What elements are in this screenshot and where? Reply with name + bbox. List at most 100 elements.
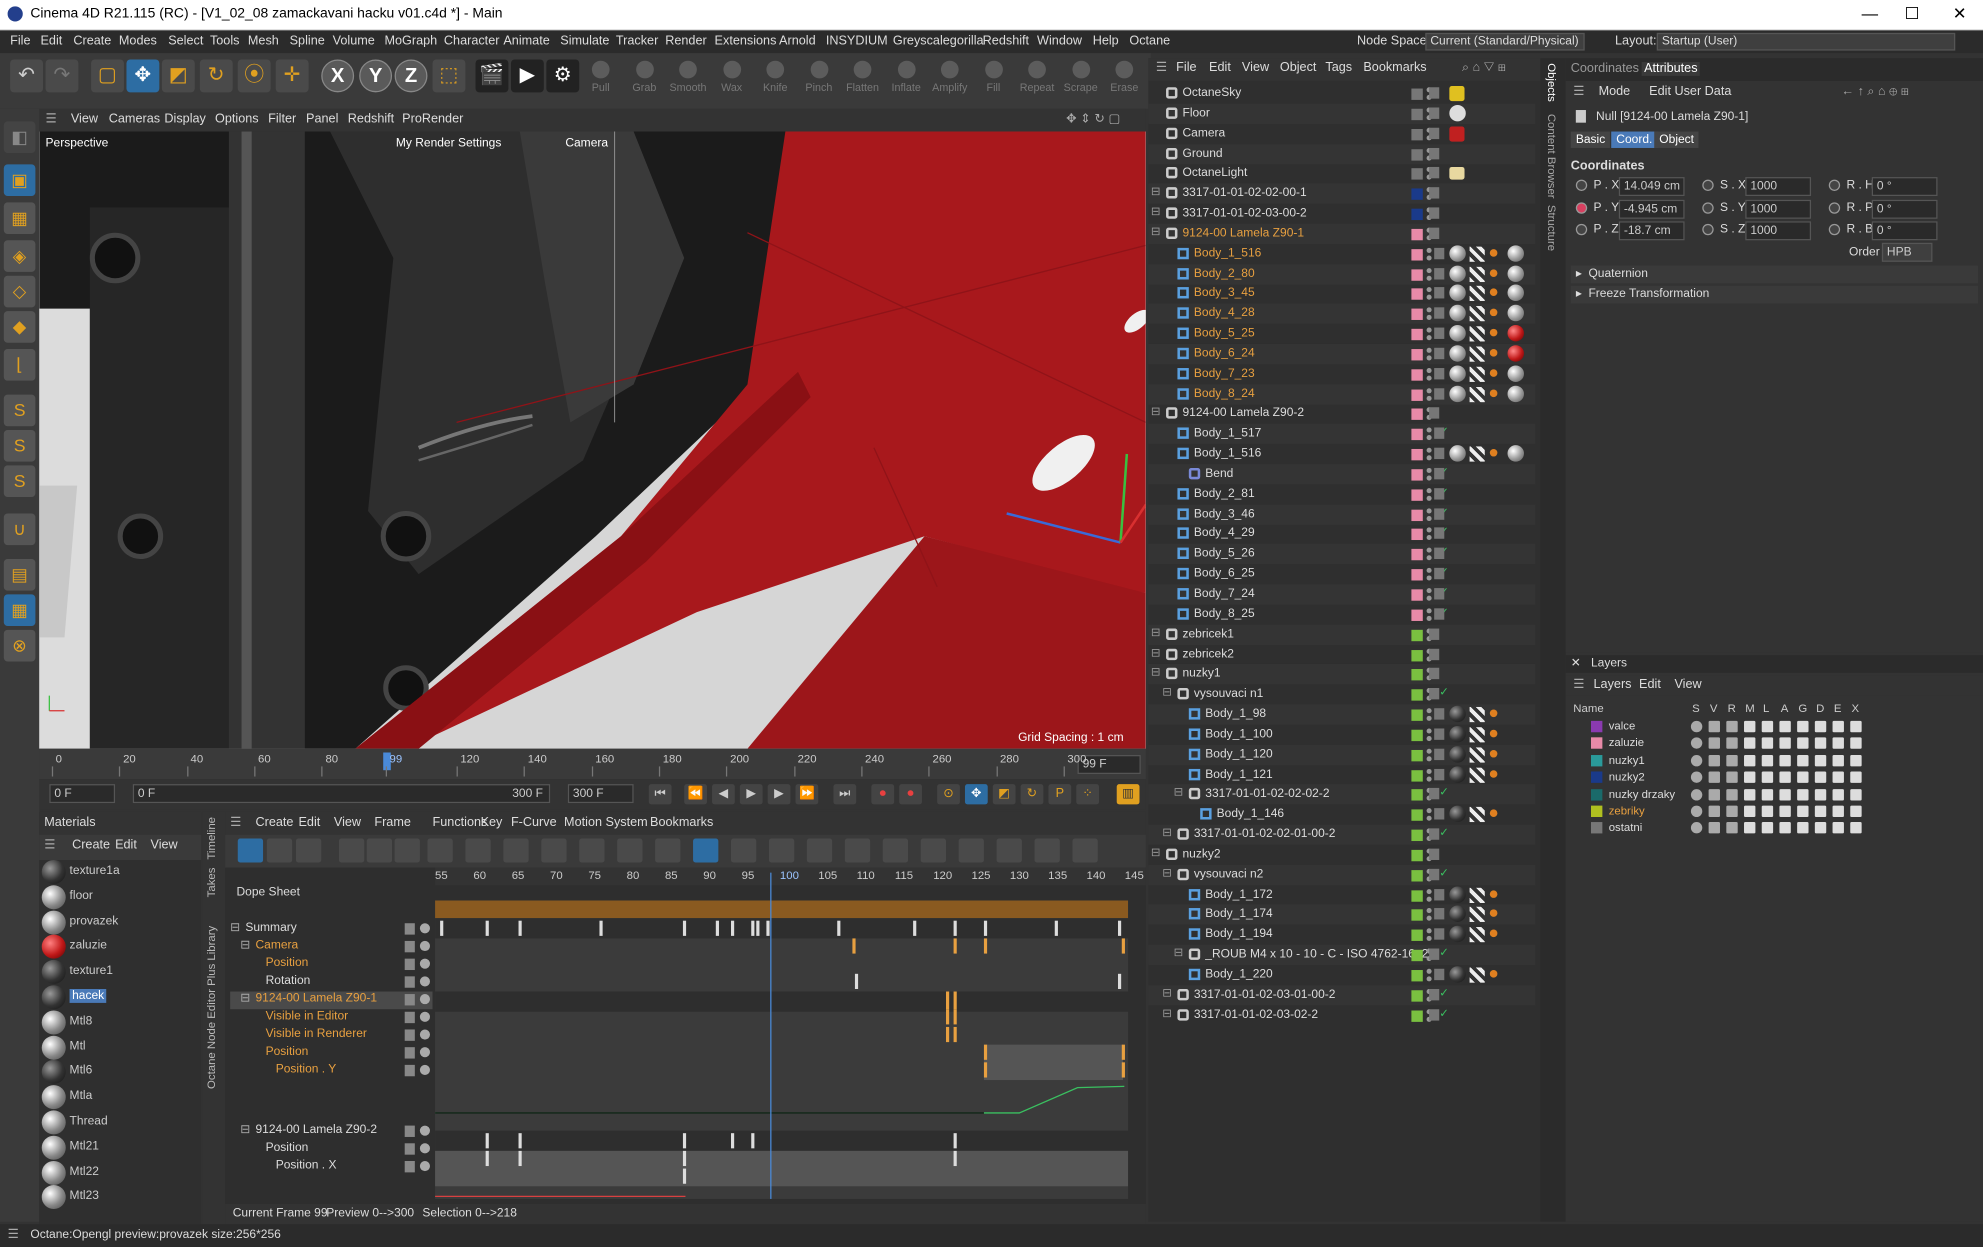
enabled-check-icon[interactable]: ✓ [1439, 786, 1449, 800]
layer-toggle-icon[interactable] [1434, 728, 1445, 740]
layer-row-nuzky1[interactable]: nuzky1 [1566, 752, 1983, 768]
keyframe[interactable] [852, 938, 856, 954]
dope-tool-icon[interactable] [503, 838, 529, 863]
track-visible-in-renderer[interactable]: Visible in Renderer [230, 1027, 432, 1045]
keyframe[interactable] [953, 991, 957, 1010]
key-rotation-icon[interactable]: ↻ [1020, 784, 1044, 805]
material-tag-icon[interactable] [1449, 365, 1466, 382]
layer-toggle-icon[interactable] [1434, 968, 1445, 981]
layer-color-swatch[interactable] [1411, 509, 1423, 521]
render-to-picture-viewer-icon[interactable]: ▶ [510, 59, 544, 93]
next-key-icon[interactable]: ⏩ [795, 784, 819, 805]
menu-tools[interactable]: Tools [210, 34, 240, 48]
coord-field-rp[interactable]: 0 ° [1871, 199, 1938, 219]
layer-xrefs-icon[interactable] [1850, 754, 1862, 767]
enabled-check-icon[interactable]: ✓ [1439, 826, 1449, 840]
texture-tag-icon[interactable] [1469, 807, 1485, 823]
layer-generators-icon[interactable] [1797, 771, 1809, 784]
layer-color-swatch[interactable] [1411, 348, 1423, 361]
track-position-y[interactable]: Position . Y [230, 1062, 432, 1080]
track-expand-icon[interactable]: ⊟ [240, 1123, 250, 1137]
timeline-ruler[interactable]: 99 F 0 20 40 60 80 99 120 140 160 180 200 220 240 260… [39, 748, 1146, 780]
dope-menu-frame[interactable]: Frame [374, 816, 411, 830]
layer-deformers-icon[interactable] [1814, 822, 1827, 834]
keyframes-graph[interactable] [435, 900, 1129, 1198]
layer-column-a[interactable]: A [1781, 702, 1789, 715]
layer-color-swatch[interactable] [1590, 737, 1603, 750]
layer-toggle-icon[interactable] [1429, 988, 1440, 1001]
layer-toggle-icon[interactable] [1434, 888, 1445, 900]
coord-field-px[interactable]: 14.049 cm [1618, 177, 1685, 197]
side-tab-takes[interactable]: Takes [205, 868, 218, 898]
texture-tag-icon[interactable] [1469, 887, 1485, 903]
coord-field-pz[interactable]: -18.7 cm [1618, 221, 1685, 241]
layer-color-swatch[interactable] [1411, 228, 1423, 241]
object-row-body-4-29[interactable]: Body_4_29✓ [1148, 524, 1535, 544]
auto-keying-icon[interactable]: ⏺ [899, 784, 922, 805]
dope-tool-icon[interactable] [617, 838, 643, 863]
coord-field-sx[interactable]: 1000 [1745, 177, 1812, 197]
attribute-menu-icon[interactable]: ☰ [1573, 85, 1584, 99]
dope-tool-icon[interactable] [806, 838, 833, 863]
texture-tag-icon[interactable] [1469, 366, 1485, 382]
layer-toggle-icon[interactable] [1429, 107, 1440, 119]
node-space-select[interactable]: Current (Standard/Physical) [1425, 32, 1585, 51]
phong-tag-icon[interactable] [1489, 328, 1498, 337]
snap-icon[interactable]: ∪ [3, 513, 36, 546]
rotation-order-select[interactable]: HPB [1881, 242, 1933, 262]
object-manager-menu-icon[interactable]: ☰ [1156, 61, 1167, 75]
material-tag-icon[interactable] [1507, 244, 1524, 262]
keyframe[interactable] [945, 1009, 950, 1025]
layer-color-swatch[interactable] [1411, 689, 1423, 701]
layer-toggle-icon[interactable] [1429, 227, 1440, 239]
points-mode-icon[interactable]: ◇ [3, 275, 36, 308]
viewport-menu-icon[interactable]: ☰ [46, 113, 57, 127]
dope-tool-icon[interactable] [1072, 838, 1098, 863]
layer-color-swatch[interactable] [1411, 148, 1423, 161]
layer-expressions-icon[interactable] [1832, 788, 1844, 801]
material-tag-icon[interactable] [1507, 445, 1524, 462]
coord-field-rh[interactable]: 0 ° [1871, 177, 1938, 197]
layer-xrefs-icon[interactable] [1850, 720, 1862, 733]
material-tag-icon[interactable] [1449, 265, 1466, 282]
material-mtla[interactable]: Mtla [41, 1085, 189, 1110]
layer-lock-icon[interactable] [1761, 805, 1774, 817]
visibility-dots-icon[interactable] [1426, 607, 1432, 622]
objects-menu-bookmarks[interactable]: Bookmarks [1363, 61, 1426, 75]
object-row--roub-m4-x-10-10-c-iso-4762-16-2[interactable]: ⊟ _ROUB M4 x 10 - 10 - C - ISO 4762-16_2 ✓ [1148, 944, 1536, 966]
keyframe[interactable] [751, 920, 755, 936]
object-row-zebricek2[interactable]: ⊟ zebricek2 [1148, 644, 1535, 664]
object-row-octanelight[interactable]: OctaneLight [1148, 164, 1535, 184]
layer-row-valce[interactable]: valce [1566, 718, 1983, 734]
layer-color-swatch[interactable] [1411, 128, 1423, 140]
keyframe[interactable] [983, 1044, 988, 1060]
layer-manager-icon[interactable] [1744, 754, 1756, 767]
dope-tool-icon[interactable] [1034, 838, 1060, 863]
layers-menu-layers[interactable]: Layers [1594, 678, 1632, 692]
object-expand-icon[interactable]: ⊟ [1151, 205, 1161, 219]
object-row-body-2-80[interactable]: Body_2_80 [1148, 263, 1536, 284]
material-tag-icon[interactable] [1449, 765, 1466, 783]
layer-toggle-icon[interactable] [1429, 1008, 1440, 1021]
octane-sky-tag-icon[interactable] [1449, 85, 1465, 102]
close-button[interactable]: ✕ [1953, 4, 1967, 24]
track-rotation[interactable]: Rotation [230, 974, 432, 992]
track-position-x[interactable]: Position . X [230, 1158, 432, 1176]
play-icon[interactable]: ▶ [739, 784, 763, 805]
layer-row-zaluzie[interactable]: zaluzie [1566, 735, 1983, 751]
layer-toggle-icon[interactable] [1434, 588, 1445, 600]
dope-menu-key[interactable]: Key [481, 816, 503, 830]
material-hacek[interactable]: hacek [41, 985, 189, 1010]
keyframe-toggle-icon[interactable] [1575, 201, 1588, 214]
layer-color-swatch[interactable] [1411, 749, 1423, 761]
layer-solo-icon[interactable] [1690, 805, 1703, 817]
previous-key-icon[interactable]: ⏪ [684, 784, 707, 805]
object-row-3317-01-01-02-02-01-00-2[interactable]: ⊟ 3317-01-01-02-02-01-00-2 ✓ [1148, 824, 1536, 845]
tweak-icon[interactable]: S [3, 429, 36, 462]
phong-tag-icon[interactable] [1489, 449, 1498, 457]
layer-color-swatch[interactable] [1411, 990, 1423, 1002]
materials-menu-icon[interactable]: ☰ [44, 838, 55, 852]
keyframe[interactable] [953, 1150, 957, 1167]
dope-tool-icon[interactable] [693, 838, 719, 863]
material-mtl22[interactable]: Mtl22 [41, 1160, 189, 1185]
